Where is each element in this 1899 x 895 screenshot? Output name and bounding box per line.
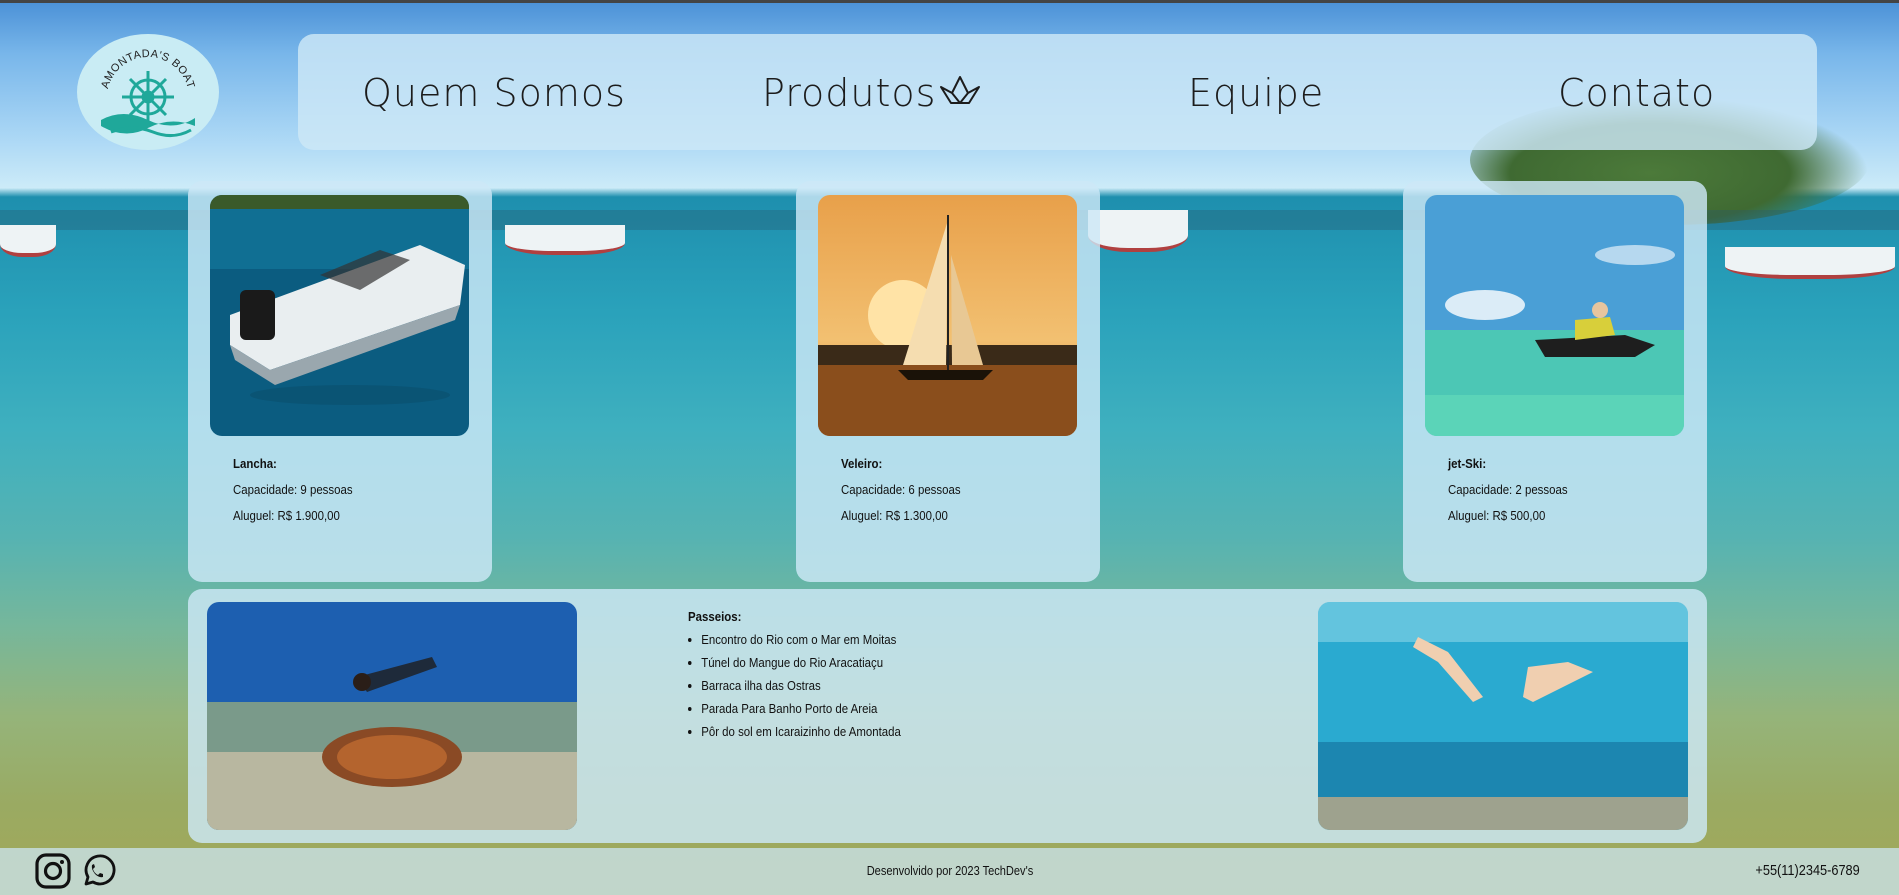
background-boat	[1088, 210, 1188, 252]
nav-label: Produtos	[762, 71, 937, 115]
tours-list: Passeios: Encontro do Rio com o Mar em M…	[688, 605, 901, 743]
product-card-lancha[interactable]: Lancha: Capacidade: 9 pessoas Aluguel: R…	[188, 181, 492, 582]
product-title: Lancha:	[233, 456, 277, 471]
product-card-jetski[interactable]: jet-Ski: Capacidade: 2 pessoas Aluguel: …	[1403, 181, 1707, 582]
product-info: Veleiro: Capacidade: 6 pessoas Aluguel: …	[841, 451, 961, 529]
background-boat	[1725, 247, 1895, 279]
top-border	[0, 0, 1899, 3]
product-info: Lancha: Capacidade: 9 pessoas Aluguel: R…	[233, 451, 353, 529]
background-boat	[0, 225, 56, 257]
product-capacity: Capacidade: 6 pessoas	[841, 482, 961, 497]
site-footer: Desenvolvido por 2023 TechDev's +55(11)2…	[0, 848, 1899, 895]
product-price: Aluguel: R$ 500,00	[1448, 508, 1546, 523]
nav-label: Equipe	[1188, 71, 1325, 115]
nav-produtos[interactable]: Produtos	[762, 70, 982, 116]
footer-phone[interactable]: +55(11)2345-6789	[1756, 862, 1860, 879]
product-card-veleiro[interactable]: Veleiro: Capacidade: 6 pessoas Aluguel: …	[796, 181, 1100, 582]
nav-quem-somos[interactable]: Quem Somos	[362, 70, 626, 116]
snorkel-turtle-image	[207, 602, 577, 830]
product-capacity: Capacidade: 2 pessoas	[1448, 482, 1568, 497]
nav-contato[interactable]: Contato	[1558, 70, 1715, 116]
ship-wheel-icon: AMONTADA'S BOAT	[99, 48, 196, 137]
speedboat-image	[210, 195, 469, 436]
tour-item: Túnel do Mangue do Rio Aracatiaçu	[701, 651, 901, 674]
paper-boat-icon	[940, 76, 981, 104]
swimmers-underwater-image	[1318, 602, 1688, 830]
tour-item: Barraca ilha das Ostras	[701, 674, 901, 697]
background-boat	[505, 225, 625, 255]
product-price: Aluguel: R$ 1.900,00	[233, 508, 340, 523]
tour-item: Parada Para Banho Porto de Areia	[701, 697, 901, 720]
footer-credit: Desenvolvido por 2023 TechDev's	[0, 863, 1899, 878]
nav-label: Quem Somos	[362, 71, 626, 115]
nav-label: Contato	[1558, 71, 1716, 115]
product-price: Aluguel: R$ 1.300,00	[841, 508, 948, 523]
main-navigation: Quem Somos Produtos Equipe Contato	[298, 34, 1817, 150]
tour-item: Encontro do Rio com o Mar em Moitas	[701, 628, 901, 651]
nav-equipe[interactable]: Equipe	[1188, 70, 1324, 116]
tours-title: Passeios:	[688, 609, 742, 624]
product-capacity: Capacidade: 9 pessoas	[233, 482, 353, 497]
product-info: jet-Ski: Capacidade: 2 pessoas Aluguel: …	[1448, 451, 1568, 529]
product-title: jet-Ski:	[1448, 456, 1487, 471]
product-title: Veleiro:	[841, 456, 883, 471]
tours-section: Passeios: Encontro do Rio com o Mar em M…	[188, 589, 1707, 843]
sailboat-image	[818, 195, 1077, 436]
brand-logo[interactable]: AMONTADA'S BOAT	[77, 34, 219, 150]
tour-item: Pôr do sol em Icaraizinho de Amontada	[701, 720, 901, 743]
jetski-image	[1425, 195, 1684, 436]
footer-credit-text: Desenvolvido por 2023 TechDev's	[866, 863, 1033, 878]
